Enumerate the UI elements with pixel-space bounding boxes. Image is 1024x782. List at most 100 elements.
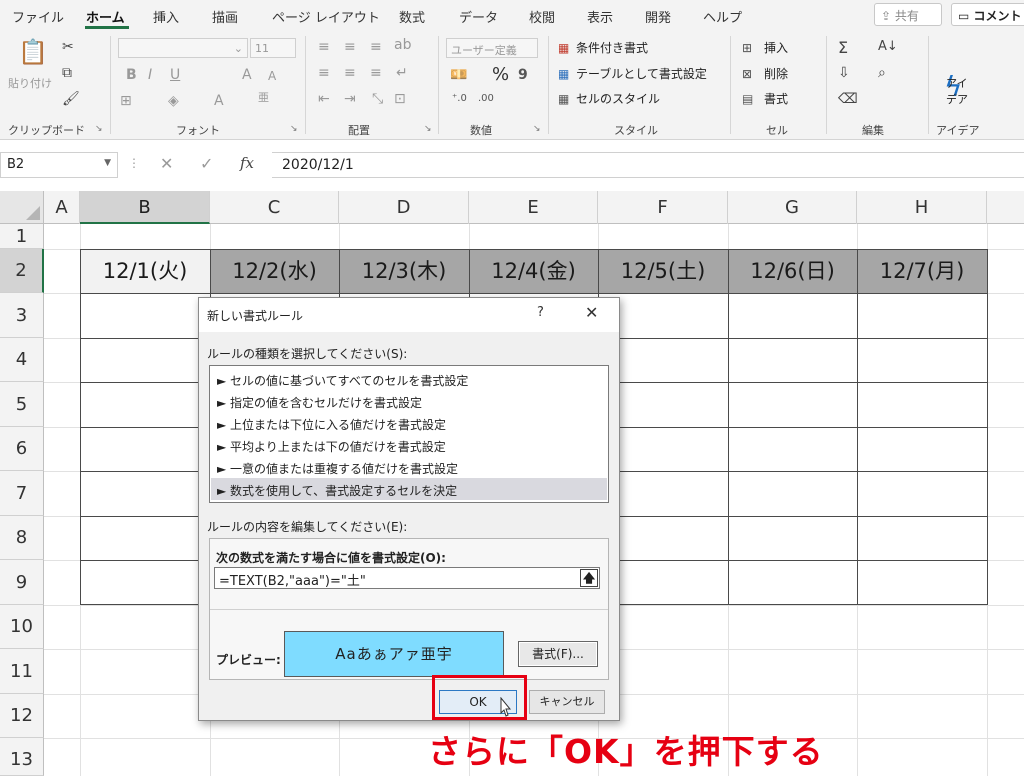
tab-file[interactable]: ファイル bbox=[12, 7, 64, 26]
rule-type-item[interactable]: ► 一意の値または重複する値だけを書式設定 bbox=[211, 456, 607, 478]
text-direction-icon[interactable]: ⤡ bbox=[372, 92, 383, 106]
column-header-c[interactable]: C bbox=[210, 191, 339, 224]
column-header-a[interactable]: A bbox=[44, 191, 80, 224]
cell-f2[interactable]: 12/5(土) bbox=[598, 249, 728, 293]
row-header-12[interactable]: 12 bbox=[0, 694, 44, 738]
tab-home[interactable]: ホーム bbox=[86, 7, 125, 26]
percent-icon[interactable]: % bbox=[492, 66, 509, 84]
column-header-b[interactable]: B bbox=[80, 191, 210, 224]
bold-icon[interactable]: B bbox=[126, 68, 137, 82]
insert-function-icon[interactable]: fx bbox=[240, 154, 254, 172]
fill-icon[interactable]: ⇩ bbox=[838, 66, 850, 80]
cell-g2[interactable]: 12/6(日) bbox=[728, 249, 857, 293]
row-header-7[interactable]: 7 bbox=[0, 471, 44, 516]
name-box[interactable]: B2 ▼ bbox=[0, 152, 118, 178]
merge-center-icon[interactable]: ⊡ bbox=[394, 92, 406, 106]
format-painter-icon[interactable]: 🖌 bbox=[62, 92, 80, 106]
number-launcher-icon[interactable]: ↘ bbox=[533, 124, 541, 134]
row-header-11[interactable]: 11 bbox=[0, 649, 44, 694]
rule-type-item[interactable]: ► 平均より上または下の値だけを書式設定 bbox=[211, 434, 607, 456]
format-as-table-button[interactable]: テーブルとして書式設定 bbox=[576, 68, 707, 80]
cell-b2[interactable]: 12/1(火) bbox=[80, 249, 210, 293]
rule-type-list[interactable]: ► セルの値に基づいてすべてのセルを書式設定 ► 指定の値を含むセルだけを書式設… bbox=[209, 365, 609, 503]
align-left-icon[interactable]: ≡ bbox=[318, 66, 330, 80]
ideas-label-2[interactable]: デア bbox=[946, 94, 968, 105]
chevron-down-icon[interactable]: ▼ bbox=[104, 158, 111, 168]
row-header-9[interactable]: 9 bbox=[0, 560, 44, 605]
comma-style-icon[interactable]: 9 bbox=[518, 68, 528, 82]
align-bottom-icon[interactable]: ≡ bbox=[370, 40, 382, 54]
fill-color-icon[interactable]: ◈ bbox=[168, 94, 179, 108]
row-header-8[interactable]: 8 bbox=[0, 516, 44, 560]
paste-label[interactable]: 貼り付け bbox=[8, 78, 52, 89]
rule-type-item[interactable]: ► セルの値に基づいてすべてのセルを書式設定 bbox=[211, 368, 607, 390]
row-header-2[interactable]: 2 bbox=[0, 249, 44, 293]
select-all-corner[interactable] bbox=[0, 191, 44, 224]
clear-icon[interactable]: ⌫ bbox=[838, 92, 858, 106]
orientation-icon[interactable]: ab bbox=[394, 38, 411, 52]
rule-type-item[interactable]: ► 上位または下位に入る値だけを書式設定 bbox=[211, 412, 607, 434]
row-header-6[interactable]: 6 bbox=[0, 427, 44, 471]
conditional-format-button[interactable]: 条件付き書式 bbox=[576, 42, 648, 54]
rule-type-item[interactable]: ► 指定の値を含むセルだけを書式設定 bbox=[211, 390, 607, 412]
paste-icon[interactable]: 📋 bbox=[18, 40, 48, 64]
decrease-decimal-icon[interactable]: .00 bbox=[478, 94, 494, 104]
align-top-icon[interactable]: ≡ bbox=[318, 40, 330, 54]
row-header-3[interactable]: 3 bbox=[0, 293, 44, 338]
cell-c2[interactable]: 12/2(水) bbox=[210, 249, 339, 293]
font-launcher-icon[interactable]: ↘ bbox=[290, 124, 298, 134]
increase-indent-icon[interactable]: ⇥ bbox=[344, 92, 356, 106]
ideas-label-1[interactable]: アイ bbox=[946, 78, 967, 89]
format-cells-button[interactable]: 書式 bbox=[764, 93, 788, 105]
phonetic-icon[interactable]: 亜 bbox=[258, 92, 269, 103]
tab-data[interactable]: データ bbox=[459, 7, 498, 26]
row-header-1[interactable]: 1 bbox=[0, 224, 44, 249]
align-right-icon[interactable]: ≡ bbox=[370, 66, 382, 80]
cancel-button[interactable]: キャンセル bbox=[529, 690, 605, 714]
column-header-f[interactable]: F bbox=[598, 191, 728, 224]
row-header-5[interactable]: 5 bbox=[0, 382, 44, 427]
tab-formulas[interactable]: 数式 bbox=[399, 7, 425, 26]
row-header-10[interactable]: 10 bbox=[0, 605, 44, 649]
rule-type-item-selected[interactable]: ► 数式を使用して、書式設定するセルを決定 bbox=[211, 478, 607, 500]
cell-e2[interactable]: 12/4(金) bbox=[469, 249, 598, 293]
column-header-e[interactable]: E bbox=[469, 191, 598, 224]
increase-decimal-icon[interactable]: ⁺.0 bbox=[452, 94, 467, 104]
formula-field[interactable]: =TEXT(B2,"aaa")="土" 🡅 bbox=[214, 567, 600, 589]
autosum-icon[interactable]: Σ bbox=[838, 40, 848, 56]
font-color-icon[interactable]: A bbox=[214, 94, 224, 108]
help-icon[interactable]: ? bbox=[537, 305, 544, 320]
delete-cells-button[interactable]: 削除 bbox=[764, 68, 788, 80]
borders-icon[interactable]: ⊞ bbox=[120, 94, 132, 108]
tab-page-layout[interactable]: ページ レイアウト bbox=[272, 7, 380, 26]
close-icon[interactable]: ✕ bbox=[585, 303, 598, 322]
tab-developer[interactable]: 開発 bbox=[645, 7, 671, 26]
tab-help[interactable]: ヘルプ bbox=[703, 7, 742, 26]
column-header-g[interactable]: G bbox=[728, 191, 857, 224]
share-button[interactable]: ⇪ 共有 bbox=[874, 3, 942, 26]
grow-font-icon[interactable]: A bbox=[242, 68, 252, 82]
clipboard-launcher-icon[interactable]: ↘ bbox=[95, 124, 103, 134]
alignment-launcher-icon[interactable]: ↘ bbox=[424, 124, 432, 134]
cancel-icon[interactable]: ✕ bbox=[160, 154, 173, 173]
column-header-d[interactable]: D bbox=[339, 191, 469, 224]
wrap-text-icon[interactable]: ↵ bbox=[396, 66, 408, 80]
shrink-font-icon[interactable]: A bbox=[268, 70, 276, 82]
sort-filter-icon[interactable]: A↓ bbox=[878, 40, 898, 53]
cell-styles-button[interactable]: セルのスタイル bbox=[576, 93, 660, 105]
column-header-h[interactable]: H bbox=[857, 191, 987, 224]
number-format-combo[interactable]: ユーザー定義 bbox=[446, 38, 538, 58]
tab-view[interactable]: 表示 bbox=[587, 7, 613, 26]
formula-input[interactable]: 2020/12/1 bbox=[272, 152, 1024, 178]
dialog-title-bar[interactable]: 新しい書式ルール ? ✕ bbox=[199, 298, 619, 332]
decrease-indent-icon[interactable]: ⇤ bbox=[318, 92, 330, 106]
cut-icon[interactable]: ✂ bbox=[62, 40, 74, 54]
comment-button[interactable]: ▭ コメント bbox=[951, 3, 1024, 26]
currency-icon[interactable]: 💴 bbox=[450, 68, 467, 82]
tab-review[interactable]: 校閲 bbox=[529, 7, 555, 26]
tab-insert[interactable]: 挿入 bbox=[153, 7, 179, 26]
cell-h2[interactable]: 12/7(月) bbox=[857, 249, 987, 293]
tab-draw[interactable]: 描画 bbox=[212, 7, 238, 26]
italic-icon[interactable]: I bbox=[148, 68, 152, 82]
row-header-4[interactable]: 4 bbox=[0, 338, 44, 382]
